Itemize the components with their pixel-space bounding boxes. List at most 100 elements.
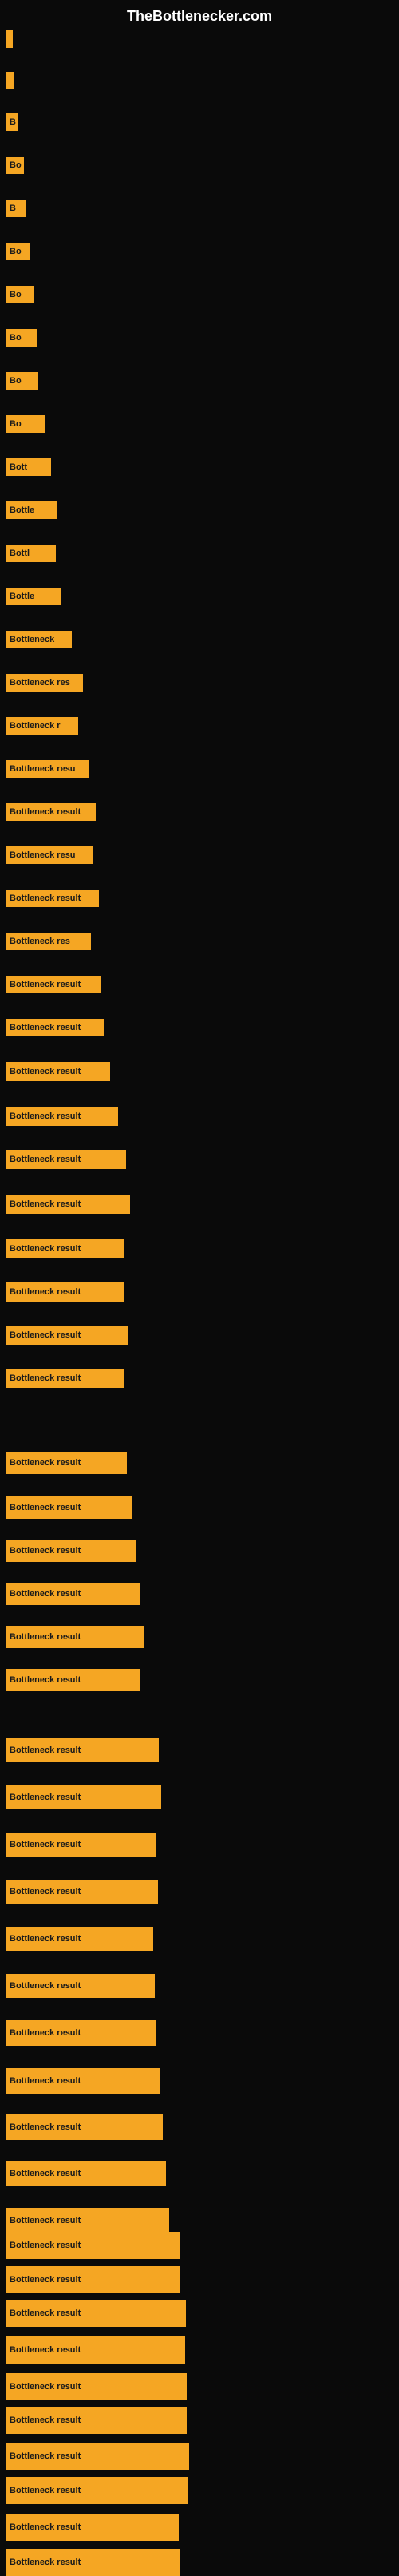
bar-label: Bottleneck resu	[10, 850, 76, 860]
bar-item: Bottleneck r	[6, 717, 78, 735]
bar-item: Bottle	[6, 501, 57, 519]
bar-label: Bottleneck result	[10, 1840, 81, 1849]
bar-label: Bottleneck result	[10, 2486, 81, 2495]
bar-item: Bottleneck result	[6, 2068, 160, 2094]
bar-label: Bottleneck result	[10, 1503, 81, 1512]
bar-item: Bottleneck result	[6, 2114, 163, 2140]
bar-label: Bottleneck result	[10, 2028, 81, 2038]
bar-item: Bottleneck result	[6, 976, 101, 993]
bar-item: Bottleneck result	[6, 2208, 169, 2233]
bar-label: Bottleneck result	[10, 2522, 81, 2532]
bar-label: Bottleneck result	[10, 1887, 81, 1896]
bar-label: Bottleneck result	[10, 2169, 81, 2178]
bar-label: Bottleneck result	[10, 2122, 81, 2132]
bar-label: Bottleneck result	[10, 2308, 81, 2318]
site-title: TheBottlenecker.com	[0, 2, 399, 31]
bar-label: Bottleneck result	[10, 1373, 81, 1383]
bar-label: Bottleneck result	[10, 1746, 81, 1755]
bar-label: Bottleneck result	[10, 1023, 81, 1032]
bar-item: Bottleneck result	[6, 1785, 161, 1809]
bar-item: Bottleneck result	[6, 1626, 144, 1648]
bar-label: Bottleneck result	[10, 1112, 81, 1121]
bar-label: B	[10, 204, 16, 213]
bar-label: Bottleneck result	[10, 1632, 81, 1642]
bar-item: Bottleneck result	[6, 890, 99, 907]
bar-label: Bo	[10, 290, 22, 299]
bar-label: Bottleneck result	[10, 1287, 81, 1297]
bar-label: Bottleneck result	[10, 2216, 81, 2225]
bar-item: Bottleneck result	[6, 803, 96, 821]
bar-item: Bottleneck result	[6, 2232, 180, 2259]
bar-label: Bo	[10, 161, 22, 170]
bar-item: Bottleneck result	[6, 2300, 186, 2327]
bar-label: Bottleneck	[10, 635, 54, 644]
bar-label: Bottleneck result	[10, 807, 81, 817]
bar-label: Bottleneck result	[10, 1330, 81, 1340]
bar-item: Bottleneck result	[6, 1583, 140, 1605]
bar-item: Bottleneck result	[6, 1107, 118, 1126]
bar-item: Bottleneck result	[6, 1452, 127, 1474]
bar-label: Bottleneck res	[10, 937, 70, 946]
bar-label: Bottleneck result	[10, 1546, 81, 1556]
bar-label: Bottleneck result	[10, 1589, 81, 1599]
bar-item: Bottleneck result	[6, 1833, 156, 1857]
bar-item: Bo	[6, 415, 45, 433]
bar-item: Bottleneck res	[6, 674, 83, 692]
bar-item: Bottleneck result	[6, 1326, 128, 1345]
bar-item: Bo	[6, 243, 30, 260]
bar-item	[6, 72, 14, 89]
bar-item: Bo	[6, 372, 38, 390]
bar-item: Bo	[6, 329, 37, 347]
bar-item: Bottleneck result	[6, 2020, 156, 2046]
bar-item: Bottleneck result	[6, 1880, 158, 1904]
bar-label: Bottleneck result	[10, 2275, 81, 2285]
bar-item: Bottleneck result	[6, 2161, 166, 2186]
bar-item: Bottleneck result	[6, 1150, 126, 1169]
bar-label: Bottleneck res	[10, 678, 70, 688]
bar-item: Bottleneck result	[6, 1927, 153, 1951]
bar-label: Bottleneck result	[10, 980, 81, 989]
bar-item: Bottleneck result	[6, 1669, 140, 1691]
bar-item: Bottleneck resu	[6, 760, 89, 778]
bar-item: Bottleneck result	[6, 1282, 124, 1302]
bar-label: Bottle	[10, 505, 34, 515]
bar-item: Bo	[6, 286, 34, 303]
bar-label: Bottleneck resu	[10, 764, 76, 774]
bar-label: Bottl	[10, 549, 30, 558]
bar-item: Bottleneck result	[6, 2477, 188, 2504]
bar-label: B	[10, 117, 16, 127]
bar-item: Bottleneck result	[6, 2514, 179, 2541]
bar-item: Bottleneck result	[6, 2336, 185, 2364]
bar-item: Bottleneck result	[6, 1540, 136, 1562]
bar-label: Bottleneck result	[10, 1244, 81, 1254]
bar-label: Bottleneck result	[10, 2451, 81, 2461]
bar-item: Bottleneck result	[6, 2549, 180, 2576]
bar-item: Bott	[6, 458, 51, 476]
bar-label: Bottleneck result	[10, 2382, 81, 2392]
bar-label: Bottle	[10, 592, 34, 601]
bar-item: Bottleneck result	[6, 1062, 110, 1081]
bar-item: Bottleneck result	[6, 1195, 130, 1214]
bar-label: Bott	[10, 462, 27, 472]
bar-label: Bottleneck r	[10, 721, 61, 731]
bar-item: Bottle	[6, 588, 61, 605]
bar-label: Bottleneck result	[10, 2076, 81, 2086]
bar-label: Bottleneck result	[10, 1199, 81, 1209]
bar-item: Bottleneck	[6, 631, 72, 648]
bar-item: Bottleneck result	[6, 2443, 189, 2470]
bar-label: Bottleneck result	[10, 1981, 81, 1991]
bar-item: B	[6, 113, 18, 131]
bar-label: Bottleneck result	[10, 1793, 81, 1802]
bar-label: Bottleneck result	[10, 2241, 81, 2250]
bar-item: Bottleneck result	[6, 1019, 104, 1036]
bar-item: Bottleneck res	[6, 933, 91, 950]
bar-item: Bottleneck result	[6, 1369, 124, 1388]
bar-item: Bottleneck result	[6, 2373, 187, 2400]
bar-label: Bottleneck result	[10, 1675, 81, 1685]
bar-label: Bottleneck result	[10, 2345, 81, 2355]
bar-item: Bottleneck resu	[6, 846, 93, 864]
bar-label: Bottleneck result	[10, 2558, 81, 2567]
bar-label: Bo	[10, 247, 22, 256]
bar-item	[6, 30, 13, 48]
bar-label: Bo	[10, 333, 22, 343]
